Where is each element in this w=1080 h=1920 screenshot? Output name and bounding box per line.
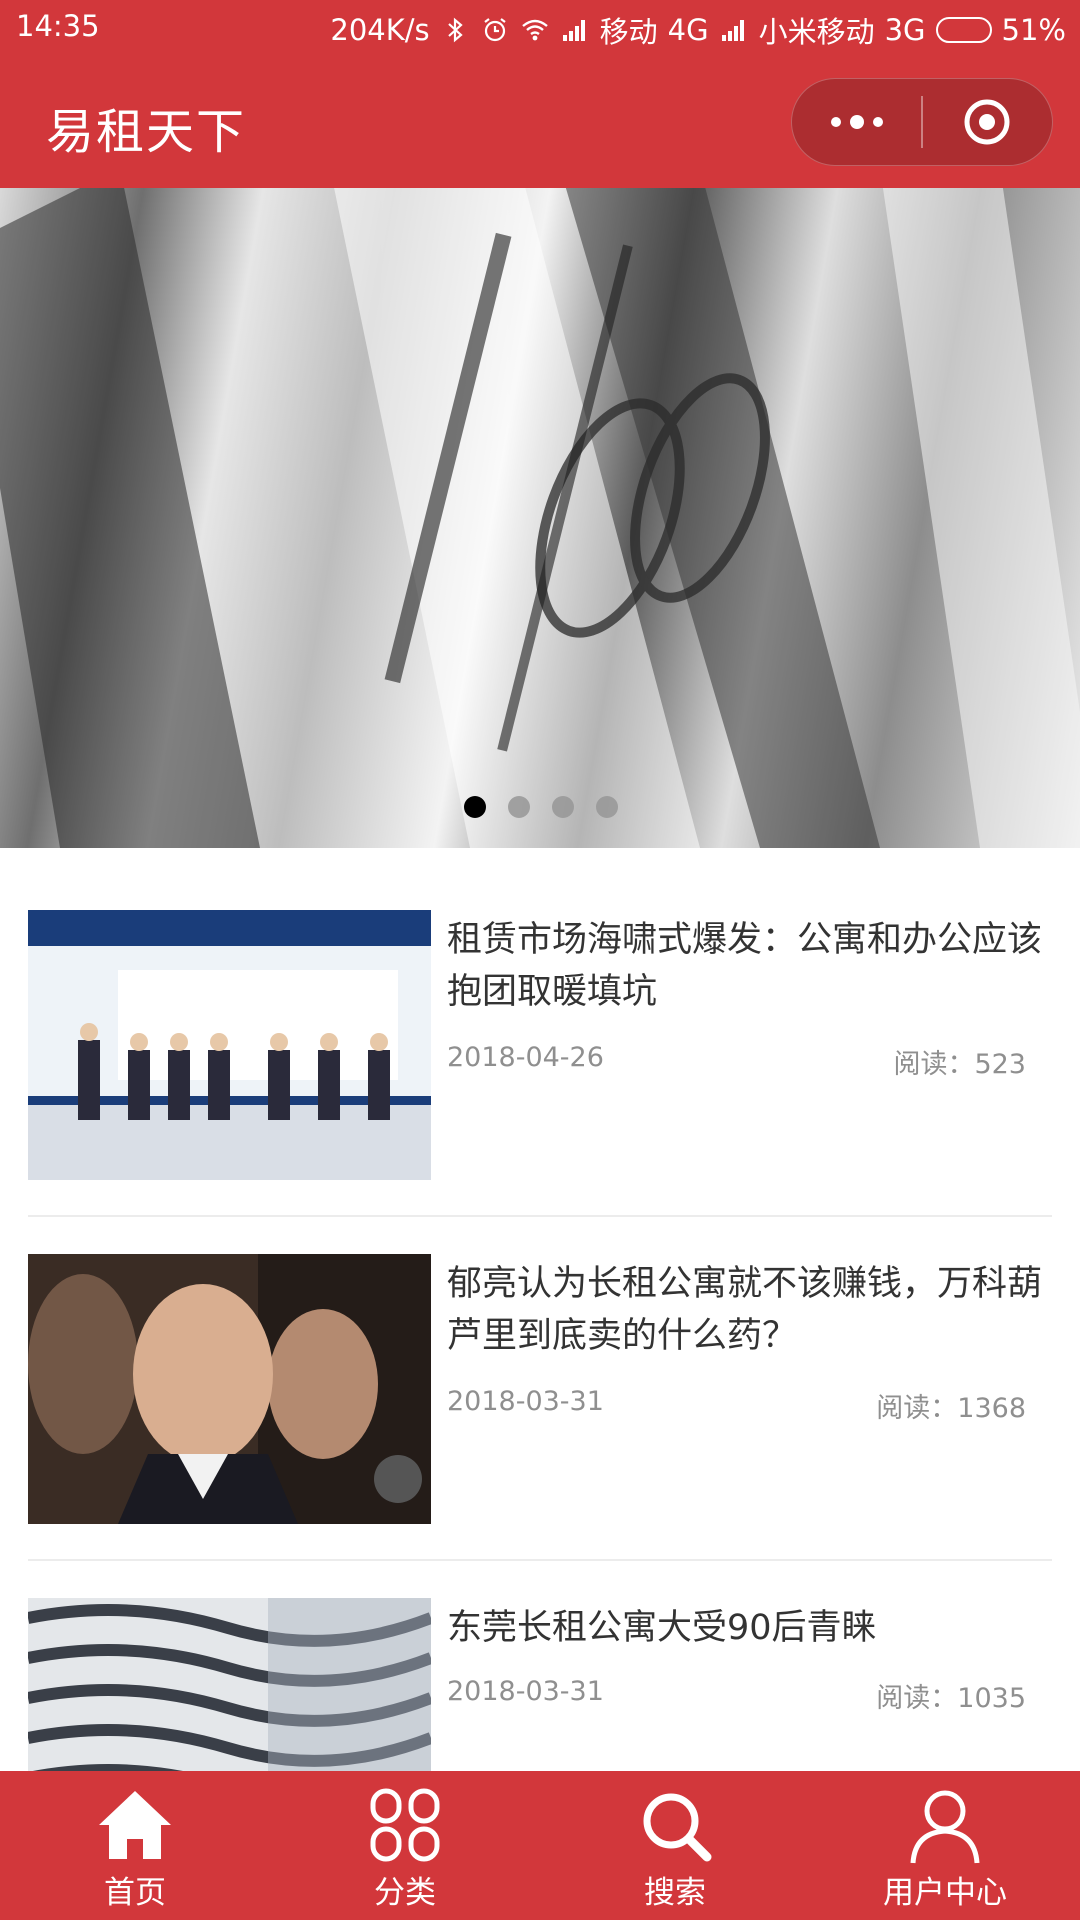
status-time: 14:35 [16, 9, 100, 43]
divider [28, 1559, 1052, 1561]
banner-image [0, 188, 1080, 848]
article-read-count: 阅读：523 [893, 1049, 1026, 1080]
tab-label: 搜索 [644, 1875, 706, 1911]
article-title: 郁亮认为长租公寓就不该赚钱，万科葫芦里到底卖的什么药？ [447, 1264, 1043, 1356]
tab-category[interactable]: 分类 [270, 1771, 540, 1920]
article-read-count: 阅读：1035 [876, 1683, 1026, 1714]
divider [28, 1215, 1052, 1217]
article-item[interactable]: 郁亮认为长租公寓就不该赚钱，万科葫芦里到底卖的什么药？ 2018-03-31 阅… [0, 1254, 1080, 1598]
wifi-icon [521, 19, 548, 41]
article-date: 2018-03-31 [447, 1676, 604, 1707]
carousel-dot[interactable] [552, 796, 574, 818]
user-icon [910, 1790, 980, 1864]
status-right: 204K/s 移动 4G 小米移动 3G 51% [330, 9, 1066, 51]
mini-program-capsule [791, 78, 1053, 166]
carousel-dot[interactable] [596, 796, 618, 818]
battery-percent: 51% [1001, 13, 1066, 47]
tab-label: 首页 [104, 1875, 166, 1911]
carrier-2: 小米移动 [758, 15, 875, 49]
more-dot [830, 117, 841, 127]
network-type-2: 3G [884, 13, 926, 47]
page-title: 易租天下 [46, 104, 247, 160]
more-button[interactable] [792, 78, 921, 166]
more-dot [872, 117, 883, 127]
carousel-indicators [464, 796, 618, 818]
bottom-tab-bar: 首页 分类 搜索 用户中心 [0, 1771, 1080, 1920]
article-date: 2018-03-31 [447, 1386, 604, 1417]
status-bar: 14:35 204K/s 移动 4G 小米移动 3G 51% [0, 0, 1080, 56]
nav-bar: 易租天下 [0, 56, 1080, 188]
article-title: 租赁市场海啸式爆发：公寓和办公应该抱团取暖填坑 [447, 920, 1043, 1012]
article-thumbnail [28, 1254, 431, 1524]
network-speed: 204K/s [330, 13, 430, 47]
tab-search[interactable]: 搜索 [540, 1771, 810, 1920]
battery-icon [935, 17, 992, 43]
tab-label: 用户中心 [883, 1875, 1007, 1911]
article-thumbnail [28, 910, 431, 1180]
bluetooth-icon [447, 17, 463, 43]
carousel-dot[interactable] [464, 796, 486, 818]
carousel-dot[interactable] [508, 796, 530, 818]
search-icon [643, 1793, 712, 1862]
article-item[interactable]: 租赁市场海啸式爆发：公寓和办公应该抱团取暖填坑 2018-04-26 阅读：52… [0, 910, 1080, 1254]
tab-label: 分类 [374, 1875, 436, 1911]
article-title: 东莞长租公寓大受90后青睐 [447, 1608, 877, 1648]
tab-home[interactable]: 首页 [0, 1771, 270, 1920]
article-date: 2018-04-26 [447, 1042, 604, 1073]
more-dot [849, 115, 864, 129]
category-icon [370, 1788, 440, 1862]
article-read-count: 阅读：1368 [876, 1393, 1026, 1424]
banner-carousel[interactable] [0, 188, 1080, 848]
tab-user-center[interactable]: 用户中心 [810, 1771, 1080, 1920]
target-close-icon [964, 99, 1010, 145]
signal-icon-2 [721, 20, 744, 41]
signal-icon-1 [562, 20, 585, 41]
alarm-icon [483, 18, 506, 42]
home-icon [99, 1791, 171, 1859]
carrier-1: 移动 [599, 15, 658, 49]
close-button[interactable] [923, 78, 1052, 166]
network-type-1: 4G [667, 13, 709, 47]
